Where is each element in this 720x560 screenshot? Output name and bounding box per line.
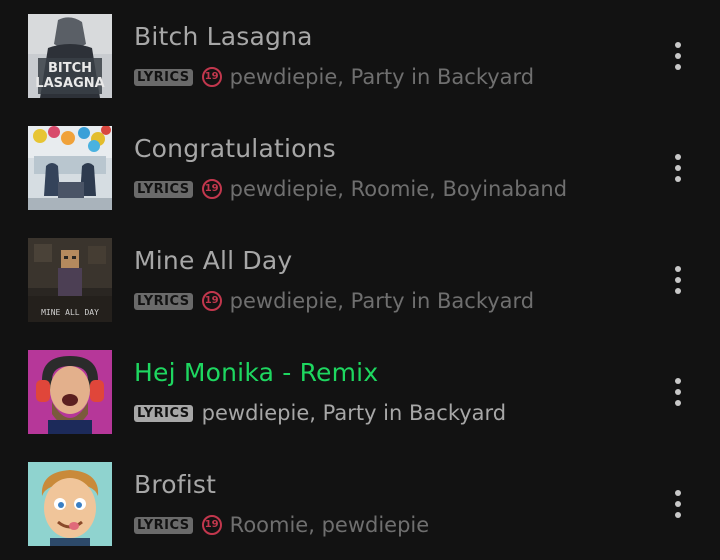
track-row[interactable]: BITCH LASAGNA Bitch Lasagna LYRICS 19 pe…: [0, 0, 720, 112]
album-art: BITCH LASAGNA: [28, 14, 112, 98]
more-vertical-icon: [675, 53, 681, 59]
album-art-bitch-lasagna: BITCH LASAGNA: [28, 14, 112, 98]
track-title: Congratulations: [134, 134, 336, 163]
track-list: BITCH LASAGNA Bitch Lasagna LYRICS 19 pe…: [0, 0, 720, 556]
more-options-button[interactable]: [662, 26, 694, 86]
more-vertical-icon: [675, 288, 681, 294]
lyrics-badge: LYRICS: [134, 68, 193, 86]
album-art-text: BITCH: [48, 61, 92, 76]
explicit-19-icon: 19: [201, 67, 222, 87]
more-vertical-icon: [675, 42, 681, 48]
lyrics-badge: LYRICS: [134, 404, 193, 422]
track-row[interactable]: MINE ALL DAY Mine All Day LYRICS 19 pewd…: [0, 224, 720, 336]
more-options-button[interactable]: [662, 474, 694, 534]
explicit-19-icon: 19: [201, 179, 222, 199]
track-title: Bitch Lasagna: [134, 22, 313, 51]
track-meta: LYRICS 19 pewdiepie, Party in Backyard: [134, 287, 534, 315]
explicit-19-icon: 19: [201, 291, 222, 311]
track-artists: pewdiepie, Roomie, Boyinaband: [229, 177, 568, 201]
more-vertical-icon: [675, 154, 681, 160]
album-art-mine-all-day: MINE ALL DAY: [28, 238, 112, 322]
track-title: Brofist: [134, 470, 217, 499]
album-art-text: MINE ALL DAY: [41, 308, 99, 317]
more-vertical-icon: [675, 501, 681, 507]
track-artists: pewdiepie, Party in Backyard: [229, 65, 535, 89]
album-art: [28, 126, 112, 210]
track-row[interactable]: Congratulations LYRICS 19 pewdiepie, Roo…: [0, 112, 720, 224]
track-title: Mine All Day: [134, 246, 293, 275]
more-options-button[interactable]: [662, 362, 694, 422]
lyrics-badge: LYRICS: [134, 516, 193, 534]
track-row-playing[interactable]: Hej Monika - Remix LYRICS pewdiepie, Par…: [0, 336, 720, 448]
track-artists: Roomie, pewdiepie: [229, 513, 430, 537]
album-art-hej-monika: [28, 350, 112, 434]
track-artists: pewdiepie, Party in Backyard: [201, 401, 507, 425]
track-title: Hej Monika - Remix: [134, 358, 379, 387]
track-artists: pewdiepie, Party in Backyard: [229, 289, 535, 313]
track-meta: LYRICS 19 pewdiepie, Roomie, Boyinaband: [134, 175, 567, 203]
album-art-brofist: [28, 462, 112, 546]
more-vertical-icon: [675, 266, 681, 272]
more-vertical-icon: [675, 389, 681, 395]
more-options-button[interactable]: [662, 250, 694, 310]
more-vertical-icon: [675, 277, 681, 283]
lyrics-badge: LYRICS: [134, 292, 193, 310]
album-art: MINE ALL DAY: [28, 238, 112, 322]
album-art: [28, 350, 112, 434]
more-vertical-icon: [675, 400, 681, 406]
track-meta: LYRICS 19 pewdiepie, Party in Backyard: [134, 63, 534, 91]
more-vertical-icon: [675, 176, 681, 182]
track-meta: LYRICS pewdiepie, Party in Backyard: [134, 399, 506, 427]
track-row[interactable]: Brofist LYRICS 19 Roomie, pewdiepie: [0, 448, 720, 560]
album-art-congratulations: [28, 126, 112, 210]
more-vertical-icon: [675, 165, 681, 171]
track-meta: LYRICS 19 Roomie, pewdiepie: [134, 511, 429, 539]
lyrics-badge: LYRICS: [134, 180, 193, 198]
more-options-button[interactable]: [662, 138, 694, 198]
more-vertical-icon: [675, 512, 681, 518]
album-art: [28, 462, 112, 546]
explicit-19-icon: 19: [201, 515, 222, 535]
album-art-text: LASAGNA: [35, 76, 104, 91]
more-vertical-icon: [675, 378, 681, 384]
more-vertical-icon: [675, 490, 681, 496]
more-vertical-icon: [675, 64, 681, 70]
